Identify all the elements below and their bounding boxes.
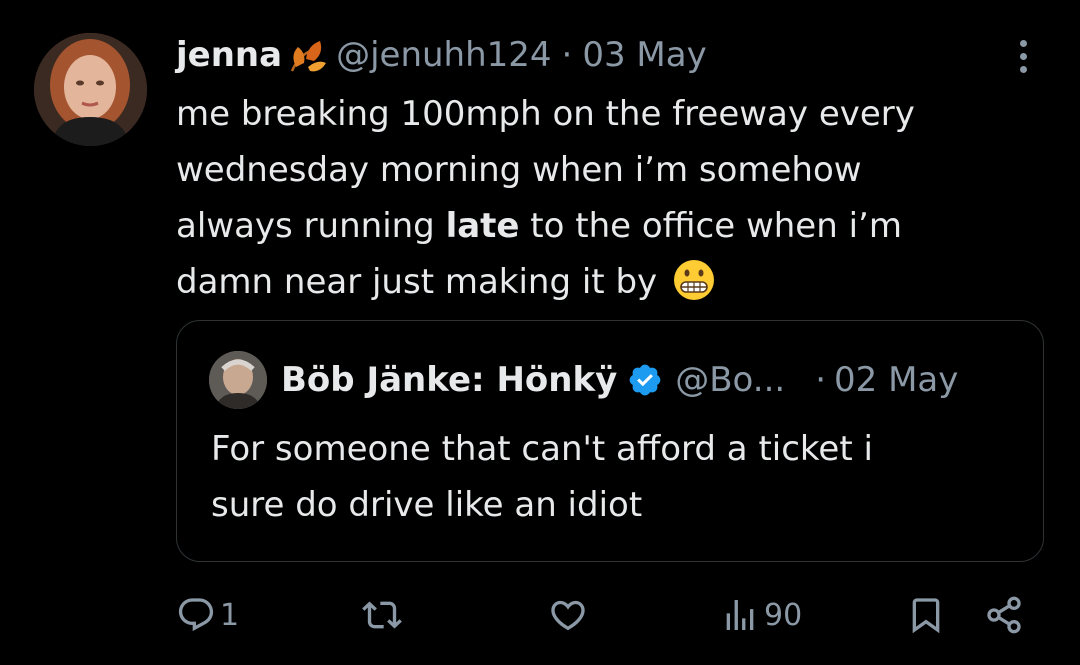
tweet-text-line: wednesday morning when i’m somehow — [176, 150, 862, 190]
reply-icon — [178, 598, 214, 632]
quoted-header-separator: · — [815, 360, 826, 400]
tweet-text-bold: late — [445, 206, 520, 246]
verified-badge-icon — [627, 362, 663, 398]
more-options-button[interactable] — [1008, 36, 1038, 76]
share-icon — [987, 596, 1021, 634]
fallen-leaf-icon — [288, 37, 328, 73]
tweet-header: jenna @jenuhh124 · 03 May — [176, 30, 707, 80]
quoted-author-display-name[interactable]: Böb Jänke: Hönkÿ — [281, 360, 617, 400]
quoted-tweet-text-line: sure do drive like an idiot — [211, 485, 643, 525]
quoted-tweet-text-line: For someone that can't afford a ticket i — [211, 429, 873, 469]
tweet[interactable]: jenna @jenuhh124 · 03 May me breaking 10… — [0, 0, 1080, 665]
like-button[interactable] — [548, 591, 592, 639]
tweet-date[interactable]: 03 May — [582, 35, 706, 75]
more-dot-icon — [1019, 39, 1027, 47]
reply-button[interactable]: 1 — [176, 591, 239, 639]
quoted-tweet[interactable]: Böb Jänke: Hönkÿ @Bo... · 02 May For som… — [176, 320, 1044, 562]
tweet-actions-bar: 1 90 — [0, 585, 1080, 645]
quoted-tweet-header: Böb Jänke: Hönkÿ @Bo... · 02 May — [281, 355, 958, 405]
tweet-text-segment: always running — [176, 206, 446, 246]
more-dot-icon — [1019, 65, 1027, 73]
quoted-author-avatar[interactable] — [209, 351, 267, 409]
heart-icon — [551, 600, 585, 631]
retweet-icon — [362, 601, 402, 629]
grimacing-face-icon — [672, 258, 716, 302]
reply-count: 1 — [220, 597, 240, 633]
tweet-text: me breaking 100mph on the freeway every … — [176, 86, 1016, 310]
tweet-text-line: me breaking 100mph on the freeway every — [176, 94, 915, 134]
author-handle[interactable]: @jenuhh124 — [336, 35, 551, 75]
retweet-button[interactable] — [362, 591, 406, 639]
quoted-author-handle[interactable]: @Bo... — [675, 360, 785, 400]
tweet-text-segment: to the office when i’m — [519, 206, 902, 246]
quoted-tweet-date[interactable]: 02 May — [834, 360, 958, 400]
tweet-text-line: always running late to the office when i… — [176, 198, 1016, 254]
bookmark-icon — [912, 598, 940, 634]
bookmark-button[interactable] — [906, 591, 946, 639]
quoted-tweet-text: For someone that can't afford a ticket i… — [211, 421, 1011, 533]
header-separator: · — [561, 35, 573, 75]
views-chart-icon — [726, 600, 754, 630]
author-avatar[interactable] — [34, 33, 147, 146]
tweet-text-segment: damn near just making it by — [176, 262, 658, 302]
views-button[interactable]: 90 — [720, 591, 802, 639]
tweet-text-line: damn near just making it by — [176, 254, 1016, 310]
share-button[interactable] — [984, 591, 1024, 639]
more-dot-icon — [1019, 52, 1027, 60]
views-count: 90 — [764, 597, 803, 633]
author-display-name[interactable]: jenna — [176, 35, 282, 75]
